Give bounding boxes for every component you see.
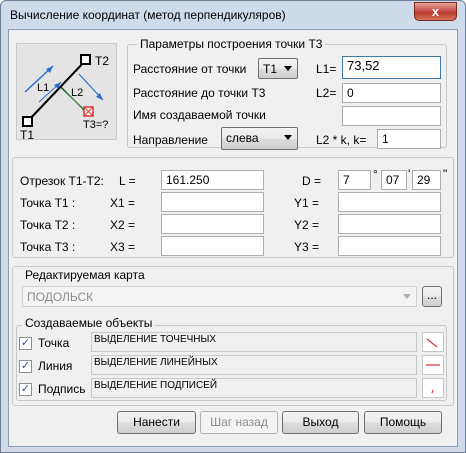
direction-combo[interactable]: слева — [221, 127, 298, 150]
line-style-icon — [426, 364, 440, 366]
l2-input[interactable]: 0 — [342, 83, 441, 103]
length-label: L = — [119, 174, 136, 188]
point-style-icon — [426, 338, 438, 348]
x3-input[interactable] — [161, 236, 264, 256]
direction-label: Направление — [133, 133, 208, 147]
degrees-symbol: ° — [373, 167, 378, 181]
dist-to-label: Расстояние до точки Т3 — [133, 86, 266, 100]
point-name-label: Имя создаваемой точки — [133, 108, 266, 122]
y1-input[interactable] — [338, 192, 441, 212]
diagram-svg: T2 L1 L2 T1 T3=? — [20, 54, 109, 142]
checkbox-line[interactable]: ✓ — [19, 360, 32, 373]
l1-input[interactable]: 73,52 — [342, 56, 441, 79]
length-input[interactable]: 161.250 — [161, 170, 264, 190]
y2-input[interactable] — [338, 214, 441, 234]
title-bar[interactable]: Вычисление координат (метод перпендикуля… — [1, 1, 465, 29]
degrees-input[interactable]: 7 — [338, 170, 371, 190]
point-style-field[interactable]: ВЫДЕЛЕНИЕ ТОЧЕЧНЫХ — [91, 332, 417, 352]
checkbox-point[interactable]: ✓ — [19, 337, 32, 350]
x2-input[interactable] — [161, 214, 264, 234]
objects-point-label: Точка — [38, 336, 70, 350]
map-group-title: Редактируемая карта — [22, 268, 148, 282]
chevron-down-icon — [284, 66, 292, 71]
help-button[interactable]: Помощь — [364, 411, 442, 434]
point-t1-label: Точка Т1 : — [20, 196, 76, 210]
direction-value: слева — [226, 131, 259, 145]
dist-from-value: T1 — [263, 62, 278, 76]
k-input[interactable]: 1 — [377, 129, 441, 149]
x1-input[interactable] — [161, 192, 264, 212]
window-title: Вычисление координат (метод перпендикуля… — [10, 8, 286, 22]
diagram-t1-label: T1 — [20, 128, 34, 141]
y3-input[interactable] — [338, 236, 441, 256]
segment-label: Отрезок Т1-Т2: — [20, 174, 104, 188]
checkbox-caption[interactable]: ✓ — [19, 383, 32, 396]
objects-line-label: Линия — [38, 359, 73, 373]
x3-label: X3 = — [110, 240, 136, 254]
diagram-t3-label: T3=? — [83, 119, 108, 131]
k-label: L2 * k, k= — [316, 133, 367, 147]
line-style-button[interactable] — [422, 355, 444, 375]
minutes-symbol: ' — [408, 167, 411, 181]
chevron-down-icon — [403, 294, 411, 299]
apply-button[interactable]: Нанести — [117, 411, 196, 434]
direction-angle-label: D = — [302, 174, 322, 188]
map-combo[interactable]: ПОДОЛЬСК — [22, 286, 417, 307]
step-back-button[interactable]: Шаг назад — [200, 411, 278, 434]
diagram-l1-label: L1 — [37, 82, 49, 94]
dialog-window: Вычисление координат (метод перпендикуля… — [0, 0, 466, 453]
point-t3-label: Точка Т3 : — [20, 240, 76, 254]
y1-label: Y1 = — [294, 196, 320, 210]
caption-style-icon — [431, 389, 434, 394]
x2-label: X2 = — [110, 218, 136, 232]
chevron-down-icon — [284, 135, 292, 140]
line-style-field[interactable]: ВЫДЕЛЕНИЕ ЛИНЕЙНЫХ — [91, 355, 417, 375]
exit-button[interactable]: Выход — [282, 411, 359, 434]
point-style-button[interactable] — [422, 332, 444, 352]
seconds-input[interactable]: 29 — [412, 170, 441, 190]
caption-style-field[interactable]: ВЫДЕЛЕНИЕ ПОДПИСЕЙ — [91, 378, 417, 398]
close-button[interactable]: x — [414, 2, 457, 21]
minutes-input[interactable]: 07 — [381, 170, 407, 190]
l2-label: L2= — [316, 86, 337, 100]
perpendicular-diagram: T2 L1 L2 T1 T3=? — [16, 43, 117, 142]
params-group-title: Параметры построения точки Т3 — [137, 37, 326, 51]
diagram-l2-label: L2 — [71, 87, 83, 99]
caption-style-button[interactable] — [422, 378, 444, 398]
dist-from-label: Расстояние от точки — [133, 62, 247, 76]
point-name-input[interactable] — [342, 106, 441, 126]
dialog-client: T2 L1 L2 T1 T3=? Параметры построения то… — [8, 29, 458, 447]
dist-from-combo[interactable]: T1 — [258, 58, 298, 79]
objects-caption-label: Подпись — [38, 382, 86, 396]
diagram-t2-label: T2 — [95, 54, 109, 68]
map-value: ПОДОЛЬСК — [27, 290, 94, 304]
x1-label: X1 = — [110, 196, 136, 210]
point-t2-label: Точка Т2 : — [20, 218, 76, 232]
l1-label: L1= — [316, 62, 337, 76]
y2-label: Y2 = — [294, 218, 320, 232]
y3-label: Y3 = — [294, 240, 320, 254]
seconds-symbol: " — [443, 167, 448, 181]
objects-group-title: Создаваемые объекты — [22, 316, 156, 330]
map-browse-button[interactable]: ... — [422, 286, 442, 307]
